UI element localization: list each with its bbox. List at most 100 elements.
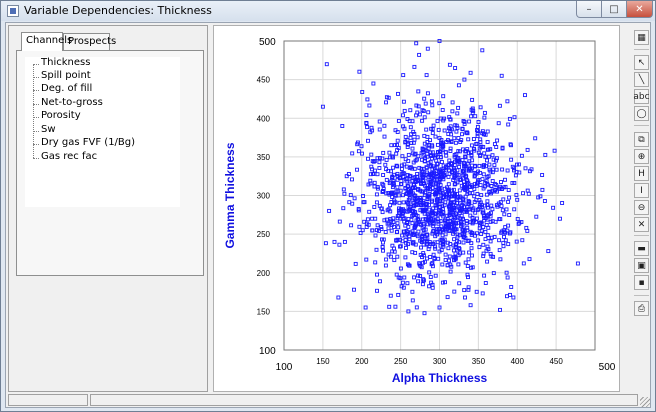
data-point: [374, 247, 379, 252]
status-pane-main: [90, 394, 638, 406]
data-point: [381, 187, 386, 191]
data-point: [422, 115, 427, 120]
data-point: [403, 223, 408, 228]
shape-icon[interactable]: ◯: [634, 106, 649, 121]
tree-item-thickness[interactable]: Thickness: [33, 57, 90, 70]
data-point: [520, 238, 525, 243]
data-point: [481, 225, 486, 230]
data-point: [401, 200, 406, 205]
tab-panel-channels: Thickness Spill point Deg. of fill Net-t…: [16, 50, 204, 276]
data-point: [387, 304, 392, 309]
tree-item-dry-gas-fvf[interactable]: Dry gas FVF (1/Bg): [33, 137, 135, 150]
data-point: [470, 97, 475, 102]
chart-area[interactable]: 100 150 200 250 300 350 400 450 500 100 150 200 250…: [213, 25, 620, 392]
data-point: [400, 154, 405, 159]
data-point: [484, 223, 489, 227]
scatter-chart[interactable]: 100 150 200 250 300 350 400 450 500 100 150 200 250…: [214, 26, 619, 391]
zoom-in-icon[interactable]: ⊕: [634, 149, 649, 164]
y-tick-label: 450: [257, 76, 271, 85]
chart-toolbar: ▦ ↖ ╲ abc ◯ ⧉ ⊕ H I ⊖ ✕ ▬ ▣ ▪ ⎙: [632, 25, 650, 395]
ruler-icon[interactable]: ▬: [634, 241, 649, 256]
zoom-horizontal-icon[interactable]: H: [634, 166, 649, 181]
x-axis-title: Alpha Thickness: [392, 371, 488, 385]
minimize-button[interactable]: –: [576, 1, 602, 18]
tree-item-spill-point[interactable]: Spill point: [33, 70, 91, 83]
tree-item-net-to-gross[interactable]: Net-to-gross: [33, 97, 103, 110]
app-icon[interactable]: [7, 5, 19, 17]
data-point: [492, 163, 497, 168]
data-point: [402, 126, 407, 131]
tree-item-porosity[interactable]: Porosity: [33, 110, 81, 123]
data-point: [422, 311, 427, 316]
data-point: [485, 129, 490, 134]
data-point: [401, 99, 406, 104]
data-point: [356, 149, 361, 154]
tree-item-deg-of-fill[interactable]: Deg. of fill: [33, 83, 92, 96]
data-point: [465, 147, 470, 152]
data-point: [451, 178, 456, 182]
data-point: [337, 219, 342, 224]
data-point: [480, 291, 485, 296]
data-point: [426, 110, 431, 115]
data-point: [427, 284, 432, 289]
draw-line-icon[interactable]: ╲: [634, 72, 649, 87]
title-bar[interactable]: Variable Dependencies: Thickness – □ ✕: [1, 1, 655, 21]
data-point: [463, 295, 467, 300]
data-point: [466, 137, 471, 142]
zoom-out-icon[interactable]: ⊖: [634, 200, 649, 215]
data-point: [404, 245, 408, 250]
data-point: [482, 273, 487, 278]
tree-item-gas-rec-fac[interactable]: Gas rec fac: [33, 151, 97, 164]
tree-item-sw[interactable]: Sw: [33, 124, 56, 137]
data-point: [365, 125, 370, 130]
data-point: [384, 257, 389, 262]
data-point: [469, 246, 474, 251]
data-point: [430, 150, 435, 155]
data-point: [401, 73, 406, 78]
data-point: [327, 208, 332, 213]
text-label-icon[interactable]: abc: [633, 89, 650, 104]
data-point: [431, 123, 436, 128]
zoom-vertical-icon[interactable]: I: [634, 183, 649, 198]
close-button[interactable]: ✕: [626, 1, 653, 18]
data-point: [453, 66, 458, 70]
data-point: [374, 192, 379, 197]
data-point: [384, 157, 389, 162]
data-point: [433, 273, 438, 278]
maximize-button[interactable]: □: [601, 1, 627, 18]
print-icon[interactable]: ⎙: [634, 301, 649, 316]
data-point: [461, 250, 466, 255]
y-tick-label: 400: [257, 114, 271, 123]
tab-channels[interactable]: Channels: [21, 32, 72, 51]
toolbar-separator: [634, 49, 649, 50]
pointer-icon[interactable]: ↖: [634, 55, 649, 70]
data-point: [346, 172, 351, 176]
data-point: [480, 177, 485, 182]
data-point: [396, 292, 401, 297]
y-tick-labels: 100 150 200 250 300 350 400 450 500: [257, 37, 276, 357]
data-point: [439, 160, 444, 164]
data-point: [377, 127, 382, 132]
save-icon[interactable]: ▪: [634, 275, 649, 290]
data-point: [464, 219, 469, 224]
data-point: [402, 108, 407, 113]
zoom-reset-icon[interactable]: ✕: [634, 217, 649, 232]
data-point: [357, 224, 362, 229]
data-point: [412, 64, 417, 69]
data-point: [352, 287, 356, 292]
data-point: [410, 298, 415, 303]
data-point: [489, 203, 494, 208]
chart-properties-icon[interactable]: ▦: [634, 30, 649, 45]
data-point: [465, 228, 470, 233]
data-point: [420, 282, 425, 287]
data-point: [352, 196, 357, 201]
data-point: [429, 99, 434, 104]
export-icon[interactable]: ▣: [634, 258, 649, 273]
data-point: [405, 281, 410, 286]
data-point: [488, 239, 493, 244]
variable-tree[interactable]: Thickness Spill point Deg. of fill Net-t…: [25, 57, 180, 207]
data-point: [412, 137, 417, 142]
resize-grip[interactable]: [640, 397, 650, 407]
data-point: [480, 48, 485, 53]
copy-icon[interactable]: ⧉: [634, 132, 649, 147]
